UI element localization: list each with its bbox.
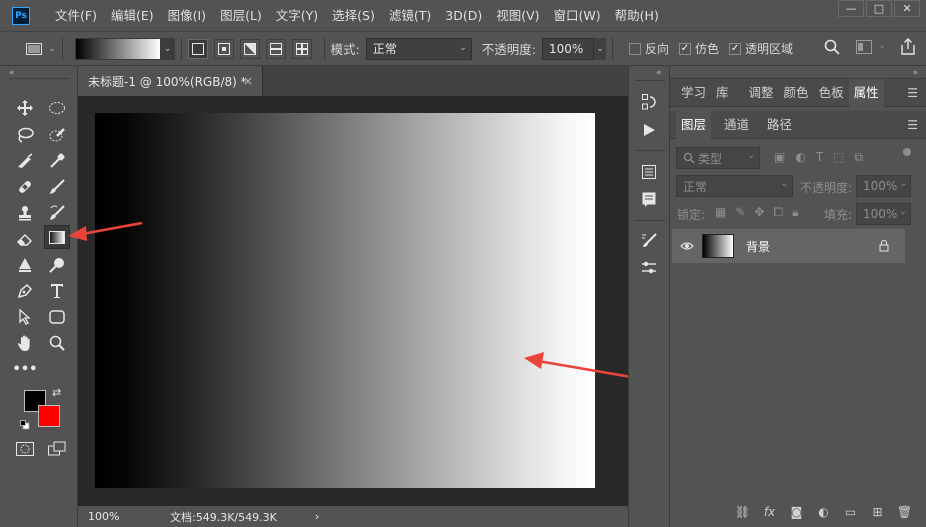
tab-adjustments[interactable]: 调整 [744, 79, 779, 107]
fill-input[interactable]: 100% ⌄ [856, 203, 911, 225]
divider [635, 220, 665, 221]
trash-icon[interactable]: 🗑︎ [891, 505, 918, 519]
fx-icon[interactable]: fx [756, 505, 783, 519]
type-filter-icon[interactable]: T [816, 150, 823, 165]
tab-paths[interactable]: 路径 [762, 111, 797, 139]
adjustment-layer-icon[interactable]: ◐ [810, 505, 837, 519]
tab-color[interactable]: 颜色 [779, 79, 814, 107]
lock-position-icon[interactable]: ✥ [754, 205, 764, 220]
new-group-folder-icon[interactable]: ▭ [837, 505, 864, 519]
lock-all-icon[interactable]: 🔒︎ [792, 205, 798, 220]
shape-filter-icon[interactable]: ⬚ [833, 150, 844, 165]
photoshop-window: Ps 文件(F) 编辑(E) 图像(I) 图层(L) 文字(Y) 选择(S) 滤… [0, 0, 926, 527]
chevron-down-icon: ⌄ [780, 179, 788, 189]
arrow-to-gradient-tool [68, 221, 143, 241]
lock-artboard-icon[interactable]: ⧠ [773, 205, 783, 220]
layers-panel-tabs: 图层 通道 路径 ☰ [670, 110, 926, 139]
top-panel-tabs: 学习 库 调整 颜色 色板 属性 ☰ [670, 78, 926, 107]
blend-mode-value: 正常 [683, 179, 708, 194]
collapse-icon[interactable]: « [656, 68, 662, 78]
divider [635, 150, 665, 151]
layer-opacity-input[interactable]: 100% ⌄ [856, 175, 911, 197]
layers-panel-footer: ⛓ fx ◙ ◐ ▭ ⊞ 🗑︎ [670, 497, 926, 527]
history-panel-icon[interactable] [638, 91, 660, 113]
add-mask-icon[interactable]: ◙ [783, 505, 810, 519]
link-layers-icon[interactable]: ⛓ [729, 505, 756, 519]
lock-icons: ▦ ✎ ✥ ⧠ 🔒︎ [715, 205, 798, 220]
tab-channels[interactable]: 通道 [719, 111, 754, 139]
expand-icon[interactable]: » [912, 68, 918, 78]
right-panel: » 学习 库 调整 颜色 色板 属性 ☰ 图层 通道 路径 ☰ 类型 ⌄ ▣ ◐… [670, 66, 926, 527]
filter-toggle[interactable] [903, 148, 911, 156]
filter-label: 类型 [698, 151, 723, 166]
lock-transparency-icon[interactable]: ▦ [715, 205, 726, 220]
panel-icon-strip: « [628, 66, 670, 527]
panel-menu-icon[interactable]: ☰ [907, 118, 918, 132]
panel-menu-icon[interactable]: ☰ [907, 86, 918, 100]
chevron-down-icon: ⌄ [747, 151, 755, 161]
layer-opacity-label: 不透明度: [800, 181, 853, 195]
search-icon [683, 152, 695, 164]
new-layer-icon[interactable]: ⊞ [864, 505, 891, 519]
tab-properties[interactable]: 属性 [848, 78, 884, 107]
lock-pixels-icon[interactable]: ✎ [735, 205, 745, 220]
actions-play-icon[interactable] [638, 119, 660, 141]
brush-settings-icon[interactable] [638, 229, 660, 251]
smart-object-filter-icon[interactable]: ⧉ [855, 150, 864, 165]
fill-value: 100% [863, 207, 898, 221]
tab-layers[interactable]: 图层 [676, 110, 712, 139]
layer-thumbnail [702, 234, 734, 258]
divider [635, 80, 665, 81]
notes-panel-icon[interactable] [638, 189, 660, 211]
eye-icon[interactable] [680, 241, 694, 251]
fill-label: 填充: [824, 208, 853, 222]
lock-icon [879, 240, 889, 252]
layer-filter-select[interactable]: 类型 ⌄ [676, 147, 760, 169]
tab-libraries[interactable]: 库 [711, 79, 734, 107]
blend-mode-select[interactable]: 正常 ⌄ [676, 175, 793, 197]
tab-swatches[interactable]: 色板 [814, 79, 849, 107]
layer-row[interactable]: 背景 [672, 229, 905, 263]
tab-learn[interactable]: 学习 [676, 79, 711, 107]
lock-label: 锁定: [677, 208, 706, 222]
adjustments-sliders-icon[interactable] [638, 257, 660, 279]
layer-name: 背景 [746, 239, 771, 254]
properties-panel-icon[interactable] [638, 161, 660, 183]
layer-filter-icons: ▣ ◐ T ⬚ ⧉ [774, 150, 863, 165]
image-filter-icon[interactable]: ▣ [774, 150, 785, 165]
chevron-down-icon: ⌄ [899, 207, 907, 217]
adjustment-filter-icon[interactable]: ◐ [795, 150, 805, 165]
chevron-down-icon: ⌄ [899, 179, 907, 189]
layer-opacity-value: 100% [863, 179, 898, 193]
